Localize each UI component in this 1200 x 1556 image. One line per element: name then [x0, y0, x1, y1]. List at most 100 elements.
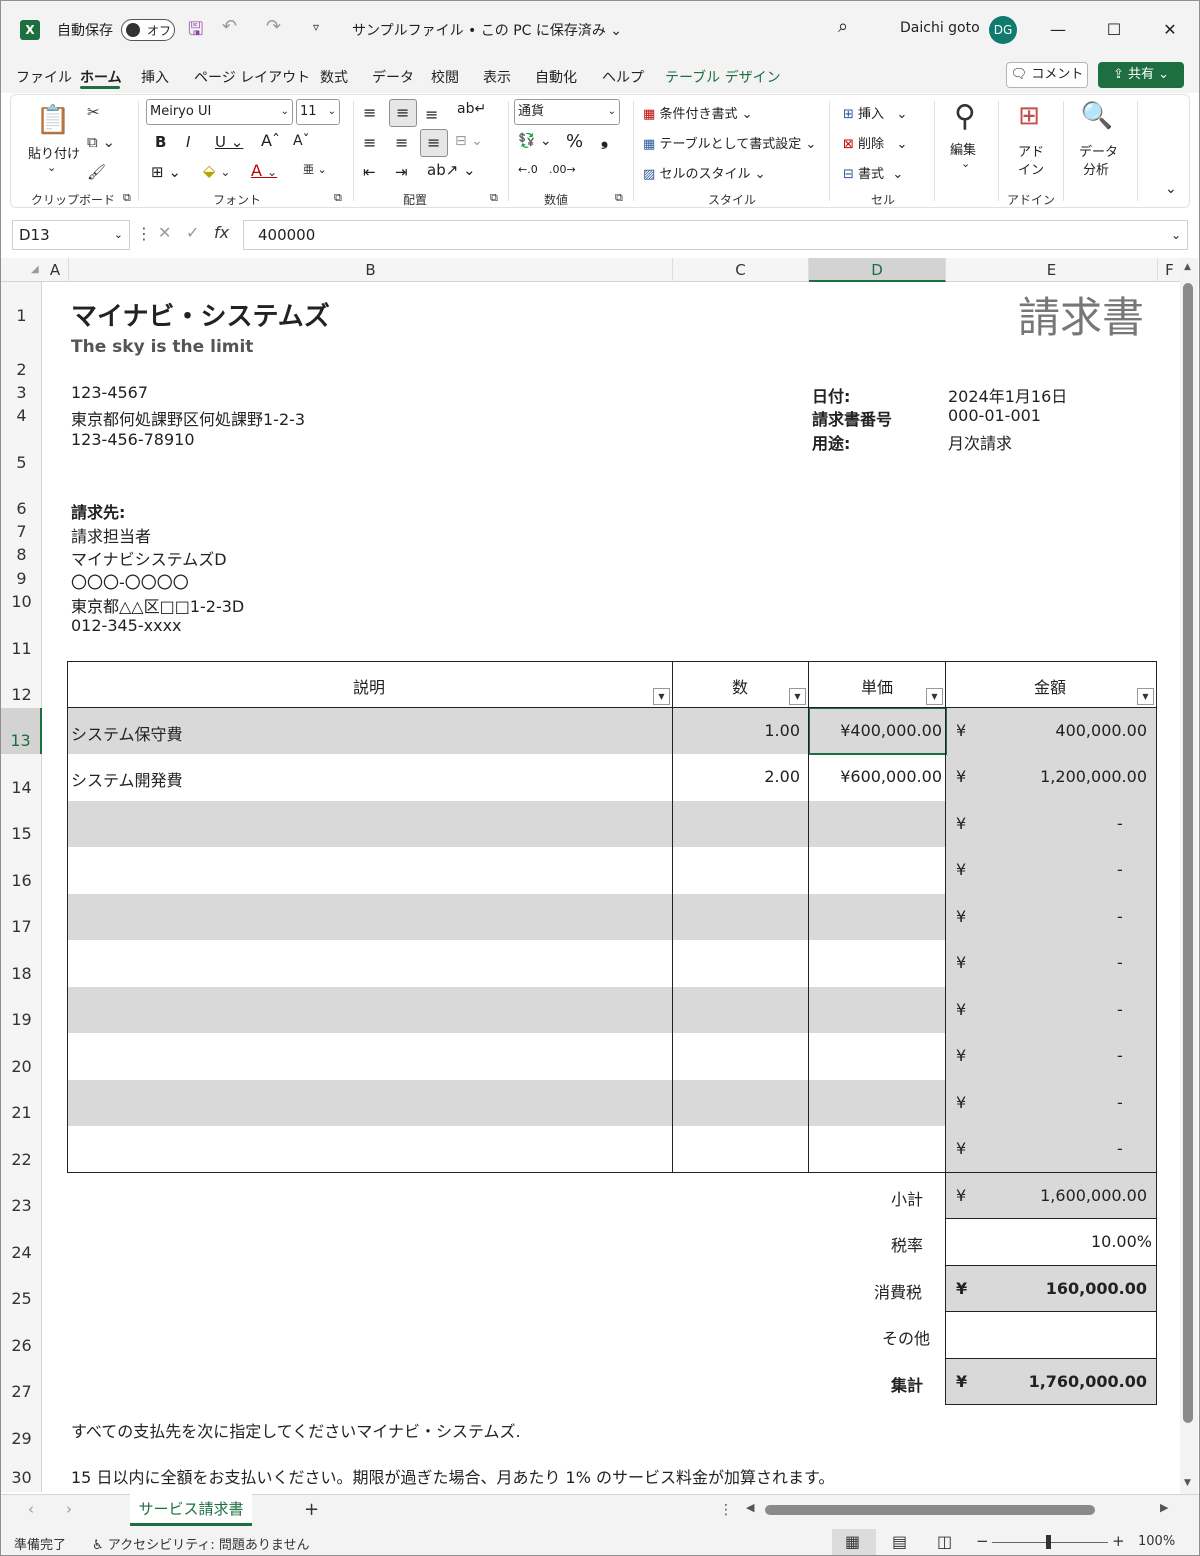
maximize-icon[interactable]: ☐	[1100, 16, 1128, 44]
company-address[interactable]: 東京都何処課野区何処課野1-2-3	[71, 406, 305, 430]
item-description[interactable]: システム開発費	[71, 767, 183, 791]
header-description[interactable]: 説明	[353, 674, 385, 698]
decrease-indent-icon[interactable]: ⇤	[363, 163, 376, 181]
search-icon[interactable]: ⌕	[838, 16, 848, 37]
italic-icon[interactable]: I	[186, 133, 190, 151]
vertical-scroll-thumb[interactable]	[1183, 283, 1193, 1423]
editing-dropdown-icon[interactable]: ⌄	[961, 157, 970, 170]
tax-label[interactable]: 消費税	[874, 1279, 922, 1303]
number-format-select[interactable]: 通貨 ⌄	[514, 99, 620, 125]
align-right-icon[interactable]: ≡	[427, 133, 440, 152]
fill-color-icon[interactable]: ⬙ ⌄	[203, 161, 230, 180]
format-as-table-button[interactable]: ▦ テーブルとして書式設定 ⌄	[643, 133, 816, 152]
invoice-number-label[interactable]: 請求書番号	[812, 406, 892, 430]
align-bottom-icon[interactable]: ≡	[425, 105, 438, 124]
row-header[interactable]: 16	[1, 871, 42, 890]
purpose-value[interactable]: 月次請求	[948, 430, 1012, 454]
font-color-icon[interactable]: A ⌄	[251, 161, 277, 180]
font-launcher-icon[interactable]: ⧉	[334, 191, 342, 205]
column-header-a[interactable]: A	[42, 258, 69, 282]
item-quantity[interactable]: 2.00	[680, 767, 800, 786]
phonetic-icon[interactable]: 亜 ⌄	[303, 161, 327, 177]
row-header[interactable]: 15	[1, 824, 42, 843]
accounting-format-icon[interactable]: 💱 ⌄	[518, 133, 552, 149]
tab-formulas[interactable]: 数式	[320, 67, 348, 87]
find-search-icon[interactable]: ⚲	[945, 99, 985, 134]
scroll-right-icon[interactable]: ▶	[1160, 1501, 1168, 1514]
payment-note[interactable]: すべての支払先を次に指定してくださいマイナビ・システムズ.	[71, 1418, 521, 1442]
purpose-label[interactable]: 用途:	[812, 430, 850, 454]
name-box[interactable]: D13 ⌄	[12, 220, 130, 250]
tab-file[interactable]: ファイル	[16, 67, 72, 87]
zoom-slider-thumb[interactable]	[1046, 1535, 1051, 1549]
paste-icon[interactable]: 📋	[35, 103, 71, 139]
ribbon-collapse-icon[interactable]: ⌄	[1165, 181, 1177, 197]
empty-amount-dash[interactable]: -	[1117, 1139, 1123, 1158]
bill-to-line[interactable]: 東京都△△区□□1-2-3D	[71, 593, 244, 617]
cancel-icon[interactable]: ✕	[158, 223, 171, 242]
header-amount[interactable]: 金額	[1034, 674, 1066, 698]
add-sheet-icon[interactable]: +	[304, 1499, 319, 1520]
enter-icon[interactable]: ✓	[186, 223, 199, 242]
row-header[interactable]: 8	[1, 545, 42, 564]
payment-terms-note[interactable]: 15 日以内に全額をお支払いください。期限が過ぎた場合、月あたり 1% のサービ…	[71, 1464, 834, 1488]
tax-value[interactable]: 160,000.00	[970, 1279, 1147, 1298]
cut-icon[interactable]: ✂	[87, 103, 100, 121]
data-analysis-icon[interactable]: 🔍	[1077, 101, 1117, 131]
bill-to-line[interactable]: 請求担当者	[71, 523, 151, 547]
align-middle-icon[interactable]: ≡	[396, 103, 409, 122]
row-header[interactable]: 14	[1, 778, 42, 797]
tab-insert[interactable]: 挿入	[141, 67, 169, 87]
header-quantity[interactable]: 数	[732, 674, 748, 698]
addins-label-line2[interactable]: イン	[1018, 159, 1044, 178]
format-cells-button[interactable]: ⊟ 書式 ⌄	[843, 163, 903, 182]
align-left-icon[interactable]: ≡	[363, 133, 376, 152]
total-value[interactable]: 1,760,000.00	[970, 1372, 1147, 1391]
row-header[interactable]: 30	[1, 1468, 42, 1487]
copy-icon[interactable]: ⧉ ⌄	[87, 133, 115, 151]
increase-indent-icon[interactable]: ⇥	[395, 163, 408, 181]
addins-label-line1[interactable]: アド	[1018, 141, 1044, 160]
row-header[interactable]: 2	[1, 360, 42, 379]
merge-center-icon[interactable]: ⊟ ⌄	[455, 133, 483, 149]
alignment-launcher-icon[interactable]: ⧉	[490, 191, 498, 205]
other-label[interactable]: その他	[882, 1325, 930, 1349]
align-center-icon[interactable]: ≡	[395, 133, 408, 152]
column-header-f[interactable]: F	[1158, 258, 1181, 282]
tax-rate-value[interactable]: 10.00%	[970, 1232, 1152, 1251]
item-unit-price[interactable]: ¥600,000.00	[812, 767, 942, 786]
filter-dropdown-icon[interactable]: ▼	[926, 688, 943, 705]
orientation-icon[interactable]: ab↗ ⌄	[427, 161, 476, 179]
row-header[interactable]: 1	[1, 306, 42, 325]
tax-rate-label[interactable]: 税率	[891, 1232, 923, 1256]
font-size-select[interactable]: 11 ⌄	[296, 99, 340, 125]
item-amount[interactable]: 400,000.00	[970, 721, 1147, 740]
undo-icon[interactable]: ↶	[222, 16, 237, 37]
tab-splitter-icon[interactable]: ⋮	[719, 1502, 733, 1518]
bill-to-line[interactable]: マイナビシステムズD	[71, 546, 227, 570]
bill-to-line[interactable]: 012-345-xxxx	[71, 616, 182, 635]
date-label[interactable]: 日付:	[812, 383, 850, 407]
row-header[interactable]: 10	[1, 592, 42, 611]
tab-automate[interactable]: 自動化	[535, 67, 577, 87]
row-header[interactable]: 12	[1, 685, 42, 704]
column-header-c[interactable]: C	[673, 258, 809, 282]
tab-home[interactable]: ホーム	[80, 67, 122, 87]
accessibility-status[interactable]: ♿ アクセシビリティ: 問題ありません	[92, 1534, 310, 1553]
invoice-date[interactable]: 2024年1月16日	[948, 383, 1067, 407]
wrap-orient-icon[interactable]: ab↵	[457, 101, 486, 117]
font-name-select[interactable]: Meiryo UI ⌄	[146, 99, 293, 125]
quick-access-more-icon[interactable]: ▿	[313, 20, 319, 34]
paste-dropdown-icon[interactable]: ⌄	[47, 161, 56, 174]
column-header-d[interactable]: D	[809, 258, 946, 282]
zoom-level[interactable]: 100%	[1138, 1534, 1175, 1549]
conditional-format-button[interactable]: ▦ 条件付き書式 ⌄	[643, 103, 752, 122]
row-header[interactable]: 26	[1, 1336, 42, 1355]
total-label[interactable]: 集計	[891, 1372, 923, 1396]
item-amount[interactable]: 1,200,000.00	[970, 767, 1147, 786]
comment-button[interactable]: 🗨 コメント	[1006, 62, 1088, 88]
row-header[interactable]: 27	[1, 1382, 42, 1401]
redo-icon[interactable]: ↷	[266, 16, 281, 37]
company-slogan[interactable]: The sky is the limit	[71, 337, 253, 357]
insert-function-icon[interactable]: fx	[214, 223, 229, 242]
